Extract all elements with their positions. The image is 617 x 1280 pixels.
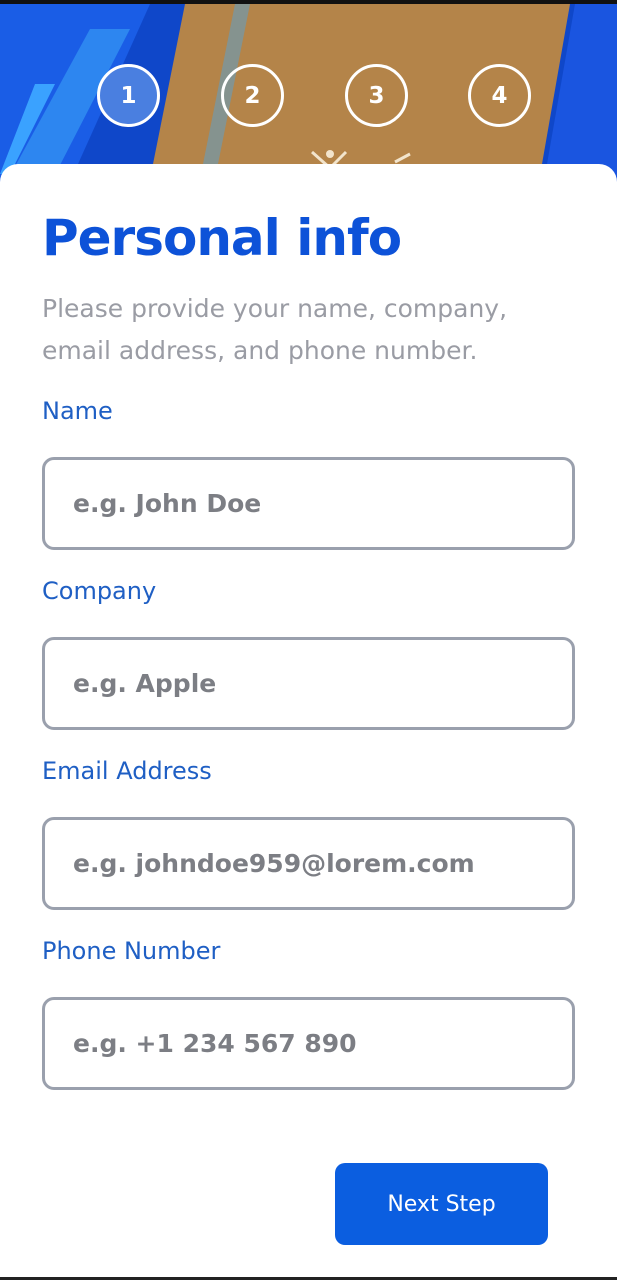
company-input[interactable] xyxy=(42,637,575,730)
page-title: Personal info xyxy=(42,209,402,267)
company-label: Company xyxy=(42,577,157,605)
step-2-indicator[interactable]: 2 xyxy=(221,64,284,127)
step-indicator: 1 2 3 4 xyxy=(0,64,617,134)
page-subtitle: Please provide your name, company, email… xyxy=(42,294,508,365)
phone-label: Phone Number xyxy=(42,937,221,965)
email-label: Email Address xyxy=(42,757,212,785)
phone-input[interactable] xyxy=(42,997,575,1090)
step-3-indicator[interactable]: 3 xyxy=(345,64,408,127)
next-step-button[interactable]: Next Step xyxy=(335,1163,548,1245)
name-label: Name xyxy=(42,397,113,425)
step-4-indicator[interactable]: 4 xyxy=(468,64,531,127)
email-input[interactable] xyxy=(42,817,575,910)
name-input[interactable] xyxy=(42,457,575,550)
step-1-indicator[interactable]: 1 xyxy=(97,64,160,127)
